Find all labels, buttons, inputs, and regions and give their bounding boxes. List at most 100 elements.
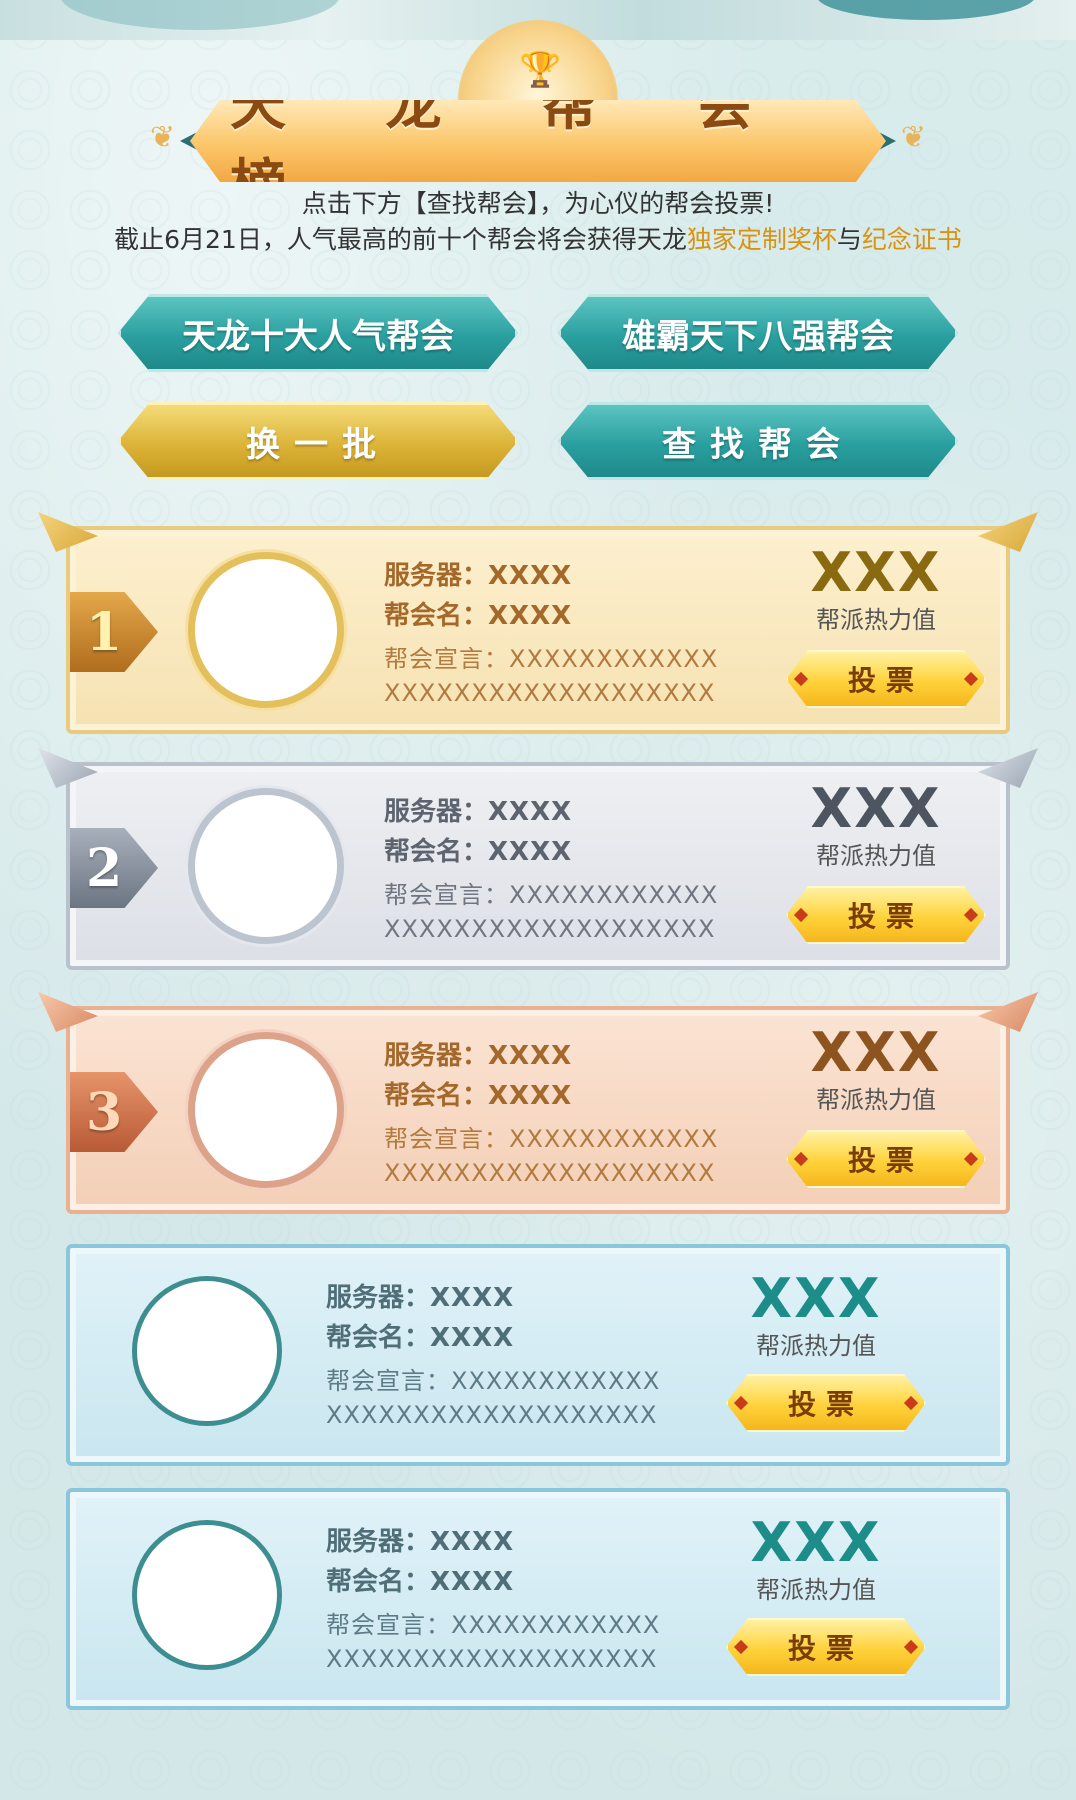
- server-line: 服务器：XXXX: [326, 1522, 660, 1562]
- name-line: 帮会名：XXXX: [326, 1318, 660, 1358]
- declaration-value-1: XXXXXXXXXXXX: [509, 645, 719, 673]
- intro-line-2-prefix: 截止6月21日，人气最高的前十个帮会将会获得天龙: [114, 225, 687, 254]
- server-value: XXXX: [488, 1041, 573, 1071]
- guild-card-4: 服务器：XXXX 帮会名：XXXX 帮会宣言：XXXXXXXXXXXX XXXX…: [66, 1244, 1010, 1466]
- diamond-icon: [794, 908, 808, 922]
- declaration-line-1: 帮会宣言：XXXXXXXXXXXX: [326, 1608, 660, 1642]
- declaration-key: 帮会宣言：: [384, 881, 509, 909]
- declaration-line-1: 帮会宣言：XXXXXXXXXXXX: [384, 1122, 718, 1156]
- guild-info: 服务器：XXXX 帮会名：XXXX 帮会宣言：XXXXXXXXXXXX XXXX…: [384, 792, 718, 946]
- vote-button[interactable]: 投票: [786, 650, 986, 708]
- vote-button[interactable]: 投票: [786, 886, 986, 944]
- heat-value: XXX: [750, 1511, 882, 1574]
- intro-line-1: 点击下方【查找帮会】，为心仪的帮会投票!: [301, 189, 775, 218]
- vote-button[interactable]: 投票: [726, 1374, 926, 1432]
- rank-number: 2: [86, 837, 123, 899]
- name-line: 帮会名：XXXX: [384, 596, 718, 636]
- diamond-icon: [904, 1396, 918, 1410]
- intro-text: 点击下方【查找帮会】，为心仪的帮会投票! 截止6月21日，人气最高的前十个帮会将…: [0, 186, 1076, 258]
- diamond-icon: [734, 1396, 748, 1410]
- intro-line-2-mid: 与: [836, 225, 862, 254]
- guild-card-5: 服务器：XXXX 帮会名：XXXX 帮会宣言：XXXXXXXXXXXX XXXX…: [66, 1488, 1010, 1710]
- guild-card-rank-2: 2 服务器：XXXX 帮会名：XXXX 帮会宣言：XXXXXXXXXXXX XX…: [38, 748, 1038, 970]
- guild-avatar[interactable]: [188, 552, 344, 708]
- declaration-value-1: XXXXXXXXXXXX: [509, 881, 719, 909]
- server-key: 服务器：: [326, 1527, 431, 1557]
- guild-info: 服务器：XXXX 帮会名： XXXX 帮会宣言：XXXXXXXXXXXX XXXX…: [384, 1036, 718, 1190]
- vote-button[interactable]: 投票: [786, 1130, 986, 1188]
- intro-line-2: 截止6月21日，人气最高的前十个帮会将会获得天龙独家定制奖杯与纪念证书: [0, 222, 1076, 258]
- intro-highlight-certificate: 纪念证书: [861, 225, 962, 254]
- diamond-icon: [964, 672, 978, 686]
- heat-label: 帮派热力值: [756, 1332, 876, 1360]
- declaration-line-2: XXXXXXXXXXXXXXXXXXX: [384, 679, 716, 707]
- server-line: 服务器：XXXX: [384, 792, 718, 832]
- heat-value: XXX: [810, 777, 942, 840]
- declaration-value-1: XXXXXXXXXXXX: [451, 1611, 661, 1639]
- find-guild-button[interactable]: 查找帮会: [558, 402, 958, 480]
- vote-label: 投票: [847, 900, 924, 933]
- name-key: 帮会名：: [326, 1323, 431, 1353]
- heat-value: XXX: [810, 1021, 942, 1084]
- diamond-icon: [964, 908, 978, 922]
- heat-value: XXX: [810, 541, 942, 604]
- diamond-icon: [794, 1152, 808, 1166]
- declaration-line-1: 帮会宣言：XXXXXXXXXXXX: [384, 642, 718, 676]
- rank-number: 1: [86, 601, 123, 663]
- declaration-key: 帮会宣言：: [384, 645, 509, 673]
- heat-label: 帮派热力值: [756, 1576, 876, 1604]
- server-key: 服务器：: [384, 1041, 489, 1071]
- declaration-value-1: XXXXXXXXXXXX: [451, 1367, 661, 1395]
- server-value: XXXX: [488, 561, 573, 591]
- declaration-key: 帮会宣言：: [384, 1125, 509, 1153]
- guild-info: 服务器：XXXX 帮会名： XXXX 帮会宣言：XXXXXXXXXXXX XXXX…: [326, 1522, 660, 1676]
- server-key: 服务器：: [384, 797, 489, 827]
- guild-avatar[interactable]: [132, 1276, 282, 1426]
- heat-label: 帮派热力值: [816, 1086, 936, 1114]
- name-value: XXXX: [430, 1323, 515, 1353]
- trophy-icon: 🏆: [519, 50, 562, 90]
- name-key: 帮会名：: [326, 1567, 431, 1597]
- name-key: 帮会名：: [384, 1081, 489, 1111]
- title-banner: 🏆 天 龙 帮 会 榜 ❦ ❦: [150, 20, 926, 180]
- heat-label: 帮派热力值: [816, 606, 936, 634]
- flourish-left-icon: ❦: [150, 120, 176, 155]
- name-key: 帮会名：: [384, 601, 489, 631]
- declaration-line-2: XXXXXXXXXXXXXXXXXXX: [384, 915, 716, 943]
- intro-highlight-trophy: 独家定制奖杯: [686, 225, 837, 254]
- guild-info: 服务器：XXXX 帮会名：XXXX 帮会宣言：XXXXXXXXXXXX XXXX…: [326, 1278, 660, 1432]
- server-value: XXXX: [430, 1527, 515, 1557]
- diamond-icon: [734, 1640, 748, 1654]
- declaration-key: 帮会宣言：: [326, 1367, 451, 1395]
- heat-label: 帮派热力值: [816, 842, 936, 870]
- name-value: XXXX: [488, 601, 573, 631]
- heat-score: XXX 帮派热力值: [726, 1512, 906, 1606]
- server-line: 服务器：XXXX: [384, 1036, 718, 1076]
- top8-guilds-button[interactable]: 雄霸天下八强帮会: [558, 294, 958, 372]
- name-key: 帮会名：: [384, 837, 489, 867]
- diamond-icon: [904, 1640, 918, 1654]
- vote-label: 投票: [787, 1388, 864, 1421]
- declaration-line-1: 帮会宣言：XXXXXXXXXXXX: [326, 1364, 660, 1398]
- top10-guilds-button[interactable]: 天龙十大人气帮会: [118, 294, 518, 372]
- declaration-line-2: XXXXXXXXXXXXXXXXXXX: [326, 1645, 658, 1673]
- rank-number: 3: [86, 1081, 123, 1143]
- diamond-icon: [964, 1152, 978, 1166]
- server-value: XXXX: [430, 1283, 515, 1313]
- guild-avatar[interactable]: [188, 1032, 344, 1188]
- declaration-key: 帮会宣言：: [326, 1611, 451, 1639]
- heat-score: XXX 帮派热力值: [786, 542, 966, 636]
- guild-avatar[interactable]: [132, 1520, 282, 1670]
- heat-value: XXX: [750, 1267, 882, 1330]
- declaration-line-2: XXXXXXXXXXXXXXXXXXX: [326, 1401, 658, 1429]
- guild-info: 服务器：XXXX 帮会名：XXXX 帮会宣言：XXXXXXXXXXXX XXXX…: [384, 556, 718, 710]
- declaration-line-2: XXXXXXXXXXXXXXXXXXX: [384, 1159, 716, 1187]
- declaration-line-1: 帮会宣言：XXXXXXXXXXXX: [384, 878, 718, 912]
- guild-avatar[interactable]: [188, 788, 344, 944]
- heat-score: XXX 帮派热力值: [786, 778, 966, 872]
- name-value: XXXX: [488, 837, 573, 867]
- diamond-icon: [794, 672, 808, 686]
- vote-button[interactable]: 投票: [726, 1618, 926, 1676]
- heat-score: XXX 帮派热力值: [786, 1022, 966, 1116]
- refresh-button[interactable]: 换一批: [118, 402, 518, 480]
